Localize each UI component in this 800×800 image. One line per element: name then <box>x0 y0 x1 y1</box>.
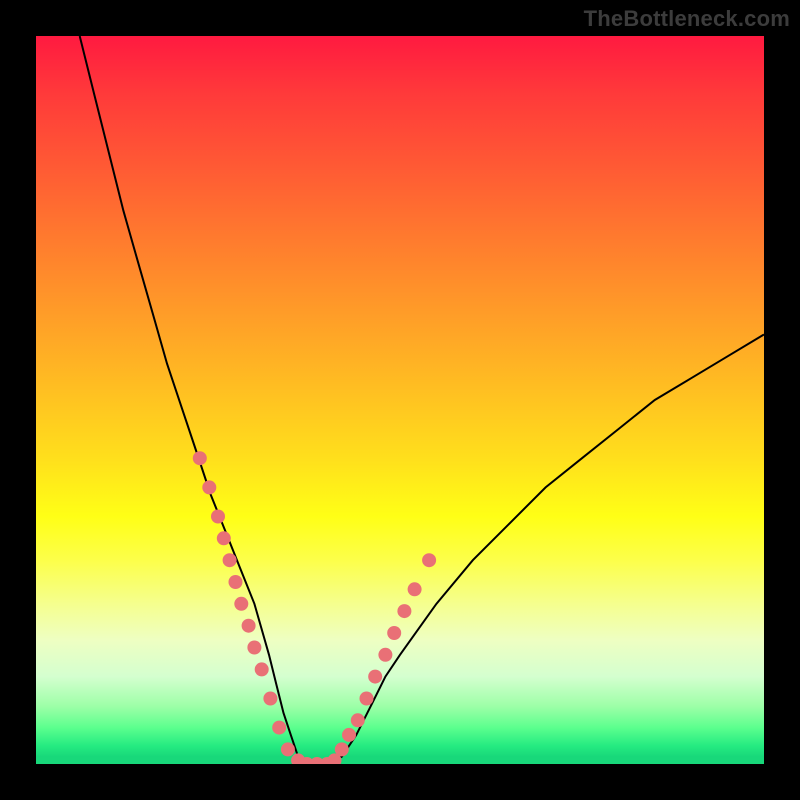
data-marker <box>263 692 277 706</box>
data-marker <box>211 510 225 524</box>
chart-svg <box>36 36 764 764</box>
data-marker <box>408 582 422 596</box>
plot-area <box>36 36 764 764</box>
data-marker <box>397 604 411 618</box>
data-marker <box>360 692 374 706</box>
data-marker <box>247 641 261 655</box>
data-marker <box>351 713 365 727</box>
data-marker <box>242 619 256 633</box>
watermark-text: TheBottleneck.com <box>584 6 790 32</box>
data-marker <box>193 451 207 465</box>
data-marker <box>422 553 436 567</box>
data-marker <box>378 648 392 662</box>
data-marker <box>368 670 382 684</box>
data-marker <box>342 728 356 742</box>
data-marker <box>272 721 286 735</box>
data-marker <box>217 531 231 545</box>
data-marker <box>387 626 401 640</box>
data-marker <box>335 742 349 756</box>
data-marker <box>223 553 237 567</box>
bottleneck-curve <box>80 36 764 764</box>
data-marker <box>229 575 243 589</box>
chart-frame: TheBottleneck.com <box>0 0 800 800</box>
data-marker <box>281 742 295 756</box>
data-marker <box>202 480 216 494</box>
data-marker <box>234 597 248 611</box>
data-marker <box>255 662 269 676</box>
